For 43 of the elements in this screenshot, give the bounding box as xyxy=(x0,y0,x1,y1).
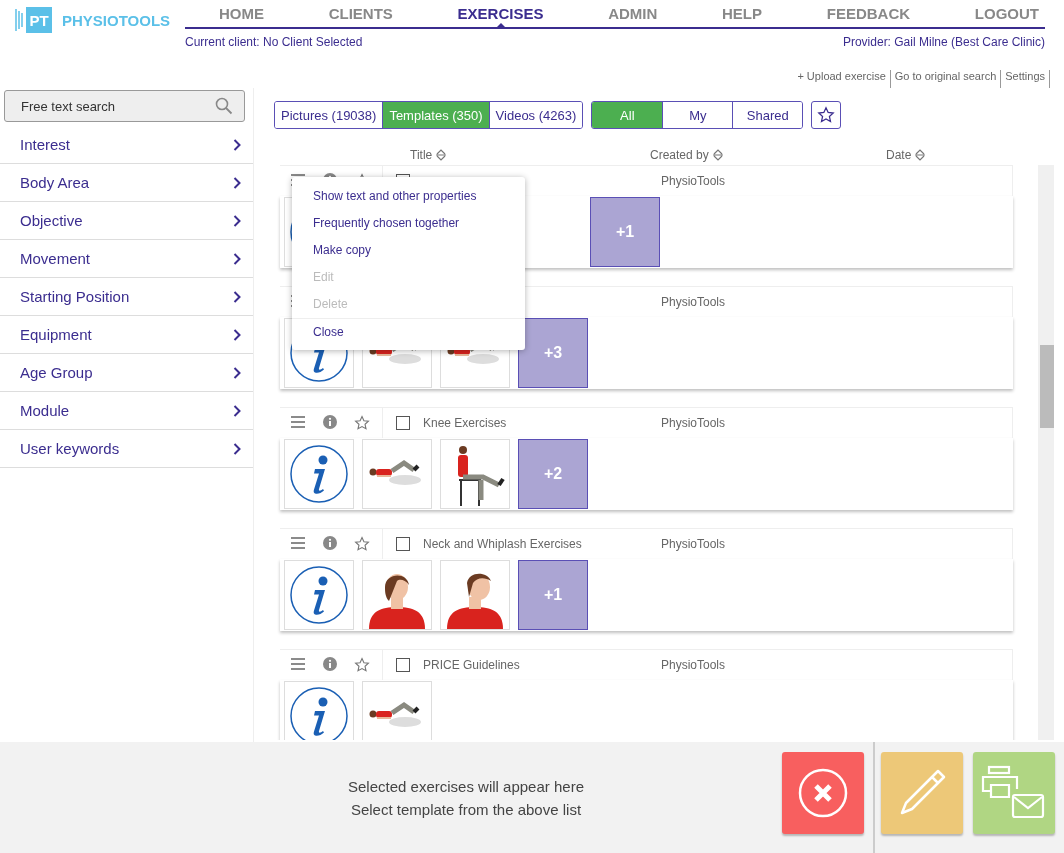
column-header[interactable]: Date xyxy=(886,148,927,162)
hint-text: Selected exercises will appear here xyxy=(348,778,584,795)
brand-name: PHYSIOTOOLS xyxy=(62,12,171,29)
nav-tab[interactable]: HELP xyxy=(722,0,763,27)
filter-category[interactable]: Body Area xyxy=(0,164,253,202)
menu-item[interactable]: Frequently chosen together xyxy=(292,210,525,237)
template-title[interactable]: PRICE Guidelines xyxy=(423,658,520,672)
provider-text: Provider: Gail Milne (Best Care Clinic) xyxy=(842,35,1045,49)
nav-tab[interactable]: ADMIN xyxy=(608,0,658,27)
template-title[interactable]: Knee Exercises xyxy=(423,416,507,430)
nav-tab[interactable]: EXERCISES xyxy=(457,0,544,27)
logo-badge: PT xyxy=(26,7,52,33)
menu-item[interactable]: Show text and other properties xyxy=(292,183,525,210)
filter-category[interactable]: Module xyxy=(0,392,253,430)
header-link[interactable]: Go to original search xyxy=(890,70,1002,88)
filter-category[interactable]: User keywords xyxy=(0,430,253,468)
menu-item[interactable]: Close xyxy=(292,318,525,346)
header-link[interactable]: Settings xyxy=(1001,70,1050,88)
header-link[interactable]: + Upload exercise xyxy=(793,70,891,88)
creator-text: PhysioTools xyxy=(661,174,726,188)
filter-category[interactable]: Age Group xyxy=(0,354,253,392)
source-tab[interactable]: Videos (4263) xyxy=(488,102,583,128)
filter-category[interactable]: Movement xyxy=(0,240,253,278)
creator-text: PhysioTools xyxy=(661,658,726,672)
scope-tab[interactable]: Shared xyxy=(732,102,803,128)
nav-tab[interactable]: LOGOUT xyxy=(974,0,1039,27)
column-header[interactable]: Title xyxy=(410,148,448,162)
nav-tab[interactable]: FEEDBACK xyxy=(826,0,911,27)
filter-category[interactable]: Starting Position xyxy=(0,278,253,316)
column-header[interactable]: Created by xyxy=(650,148,724,162)
filter-category[interactable]: Interest xyxy=(0,126,253,164)
hint-text: Select template from the above list xyxy=(350,801,582,818)
current-client-text: Current client: No Client Selected xyxy=(185,35,363,49)
creator-text: PhysioTools xyxy=(661,537,726,551)
nav-tab[interactable]: HOME xyxy=(219,0,264,27)
menu-item[interactable]: Make copy xyxy=(292,237,525,264)
template-title[interactable]: Neck and Whiplash Exercises xyxy=(423,537,582,551)
creator-text: PhysioTools xyxy=(661,416,726,430)
nav-tab[interactable]: CLIENTS xyxy=(328,0,393,27)
filter-category[interactable]: Objective xyxy=(0,202,253,240)
filter-category[interactable]: Equipment xyxy=(0,316,253,354)
creator-text: PhysioTools xyxy=(661,295,726,309)
search-field[interactable]: Free text search xyxy=(4,90,245,122)
